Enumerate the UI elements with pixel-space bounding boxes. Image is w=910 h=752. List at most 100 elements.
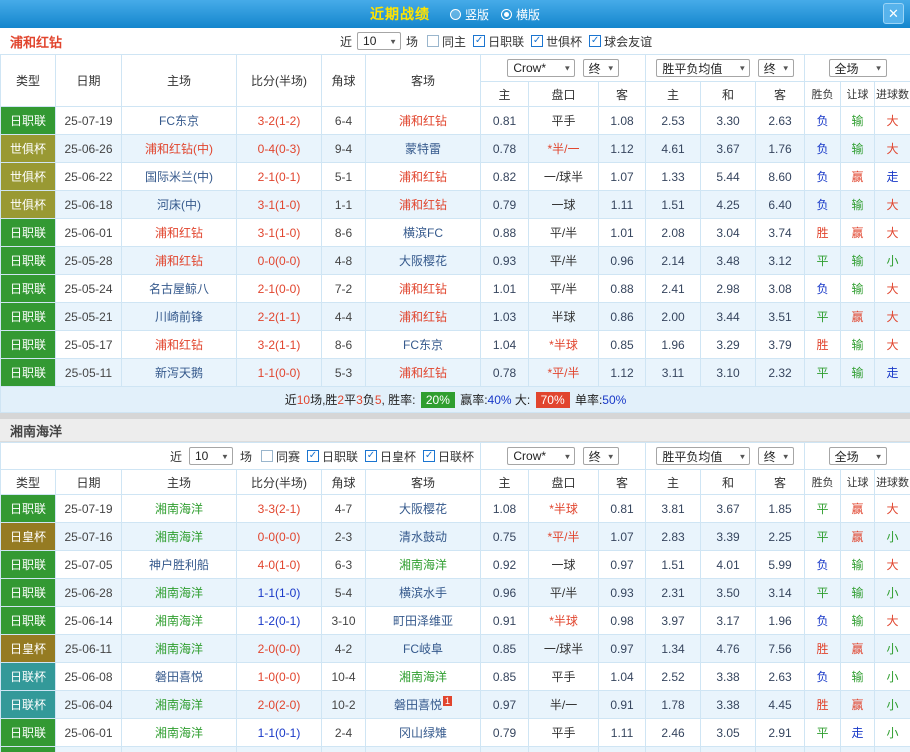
match-row: 日职联 25-06-14 湘南海洋 1-2(0-1) 3-10 町田泽维亚 0.91 *半球 0… — [0, 606, 910, 635]
away-team[interactable]: 横滨水手 — [364, 578, 482, 607]
corners: 1-1 — [321, 190, 366, 219]
filter-checkbox-日职联[interactable]: ✓ 日职联 — [306, 448, 358, 465]
wdl-mean-select[interactable]: 胜平负均值 ▼ — [656, 59, 751, 77]
asia-away-odds: 0.88 — [598, 274, 646, 303]
asia-handicap: 一/球半 — [528, 634, 600, 663]
home-team[interactable]: 湘南海洋 — [121, 718, 237, 747]
away-team[interactable]: 浦和红钻 — [365, 302, 481, 331]
away-team[interactable]: 浦和红钻 — [365, 358, 481, 387]
away-team[interactable]: 浦和红钻 — [365, 190, 481, 219]
result-handicap: 输 — [840, 190, 876, 219]
filter-checkbox-日皇杯[interactable]: ✓ 日皇杯 — [365, 448, 416, 465]
filter-checkbox-世俱杯[interactable]: ✓ 世俱杯 — [531, 33, 582, 50]
result-handicap: 走 — [840, 718, 876, 747]
home-team[interactable]: 浦和红钻 — [121, 330, 237, 359]
result-handicap: 输 — [840, 578, 876, 607]
away-team[interactable]: FC岐阜 — [364, 634, 482, 663]
final-select-euro[interactable]: 终 ▼ — [757, 59, 794, 77]
wdl-mean-select[interactable]: 胜平负均值 ▼ — [656, 447, 751, 465]
filter-checkbox-球会友谊[interactable]: ✓ 球会友谊 — [589, 33, 652, 50]
final-select-asia[interactable]: 终 ▼ — [582, 59, 619, 77]
euro-away-odds: 3.74 — [754, 218, 806, 247]
summary-segment: , 胜率: — [381, 393, 419, 407]
filter-checkbox-日职联[interactable]: ✓ 日职联 — [473, 33, 524, 50]
away-team[interactable]: FC东京 — [365, 330, 481, 359]
home-team[interactable]: 神户胜利船 — [121, 550, 237, 579]
home-team[interactable]: 国际米兰(中) — [121, 162, 237, 191]
close-icon[interactable]: ✕ — [883, 3, 904, 24]
home-team[interactable]: 名古屋鲸八 — [121, 274, 237, 303]
summary-segment: 平 — [344, 393, 357, 407]
layout-option-横版[interactable]: 横版 — [501, 6, 540, 23]
result-winloss: 负 — [804, 550, 842, 579]
match-row: 日职联 25-06-01 湘南海洋 1-1(0-1) 2-4 冈山绿雉 0.79 平手 1.11… — [0, 718, 910, 747]
bookmaker-select[interactable]: Crow* ▼ — [507, 447, 576, 465]
away-team[interactable]: 横滨FC — [365, 218, 481, 247]
layout-option-竖版[interactable]: 竖版 — [449, 6, 489, 23]
result-goals: 大 — [874, 106, 910, 135]
score-halftime: 3-1(1-0) — [236, 218, 322, 247]
away-team[interactable]: 大阪樱花 — [364, 494, 482, 523]
home-team[interactable]: 湘南海洋 — [121, 578, 237, 607]
asia-handicap: 平手 — [528, 106, 599, 135]
corners: 10-2 — [321, 690, 366, 719]
match-row: 日职联 25-05-17 浦和红钻 3-2(1-1) 8-6 FC东京 1.04 *半球 0.8… — [0, 330, 910, 359]
summary-segment: 70% — [535, 392, 570, 408]
score-halftime: 2-0(2-0) — [236, 690, 322, 719]
matches-table-urawa: 类型 日期 主场 比分(半场) 角球 客场 Crow* ▼ 终 ▼ 胜平负均值 ▼ 终… — [0, 54, 910, 413]
away-team[interactable]: 蒙特雷 — [365, 134, 481, 163]
home-team[interactable]: 湘南海洋 — [121, 494, 237, 523]
asia-home-odds: 0.96 — [480, 578, 530, 607]
home-team[interactable]: FC东京 — [121, 106, 237, 135]
final-select-euro[interactable]: 终 ▼ — [757, 447, 794, 465]
scope-select[interactable]: 全场 ▼ — [828, 447, 887, 465]
away-team[interactable]: 磐田喜悦 1 — [364, 690, 482, 719]
home-team[interactable]: 浦和红钻(中) — [121, 134, 237, 163]
score-halftime: 1-1(0-0) — [236, 358, 322, 387]
asia-odds-group: Crow* ▼ 终 ▼ — [480, 54, 646, 82]
away-team[interactable]: 湘南海洋 — [364, 662, 482, 691]
home-team[interactable]: 湘南海洋 — [121, 634, 237, 663]
filter-checkbox-同主[interactable]: 同主 — [427, 33, 466, 50]
checkbox-label: 球会友谊 — [604, 34, 653, 49]
match-count-select[interactable]: 10 ▼ — [357, 32, 402, 50]
away-team[interactable]: 湘南海洋 — [364, 746, 482, 752]
home-team[interactable]: 浦和红钻 — [121, 218, 237, 247]
home-team[interactable]: 磐田喜悦 — [121, 662, 237, 691]
asia-handicap: 一/球半 — [528, 162, 599, 191]
summary-segment: 20% — [420, 392, 455, 408]
euro-away-odds: 6.40 — [754, 190, 806, 219]
home-team[interactable]: 湘南海洋 — [121, 606, 237, 635]
asia-handicap: *平/半 — [528, 522, 600, 551]
away-team[interactable]: 浦和红钻 — [365, 106, 481, 135]
scope-select[interactable]: 全场 ▼ — [828, 59, 887, 77]
final-select-asia[interactable]: 终 ▼ — [582, 447, 619, 465]
home-team[interactable]: 新泻天鹅 — [121, 746, 237, 752]
home-team[interactable]: 川崎前锋 — [121, 302, 237, 331]
col-euro-home: 主 — [645, 81, 701, 107]
away-team[interactable]: 冈山绿雉 — [364, 718, 482, 747]
home-team[interactable]: 浦和红钻 — [121, 246, 237, 275]
home-team[interactable]: 新泻天鹅 — [121, 358, 237, 387]
away-team[interactable]: 町田泽维亚 — [364, 606, 482, 635]
filter-checkbox-日联杯[interactable]: ✓ 日联杯 — [423, 448, 474, 465]
home-team[interactable]: 湘南海洋 — [121, 690, 237, 719]
layout-option-label: 横版 — [516, 7, 541, 22]
euro-home-odds: 1.34 — [645, 634, 702, 663]
bookmaker-select[interactable]: Crow* ▼ — [507, 59, 576, 77]
checkbox-label: 日皇杯 — [380, 449, 417, 464]
corners: 4-8 — [321, 246, 366, 275]
away-team[interactable]: 浦和红钻 — [365, 274, 481, 303]
home-team[interactable]: 湘南海洋 — [121, 522, 237, 551]
away-team[interactable]: 湘南海洋 — [364, 550, 482, 579]
asia-handicap: *半球 — [528, 494, 600, 523]
home-team[interactable]: 河床(中) — [121, 190, 237, 219]
away-team[interactable]: 浦和红钻 — [365, 162, 481, 191]
checkbox-label: 世俱杯 — [546, 34, 583, 49]
filter-checkbox-同赛[interactable]: 同赛 — [260, 448, 300, 465]
away-team[interactable]: 清水鼓动 — [364, 522, 482, 551]
away-team[interactable]: 大阪樱花 — [365, 246, 481, 275]
asia-away-odds: 0.85 — [598, 330, 646, 359]
filter-checkboxes-urawa: 同主 ✓ 日职联 ✓ 世俱杯 ✓ 球会友谊 — [427, 33, 652, 50]
match-count-select[interactable]: 10 ▼ — [188, 447, 233, 465]
